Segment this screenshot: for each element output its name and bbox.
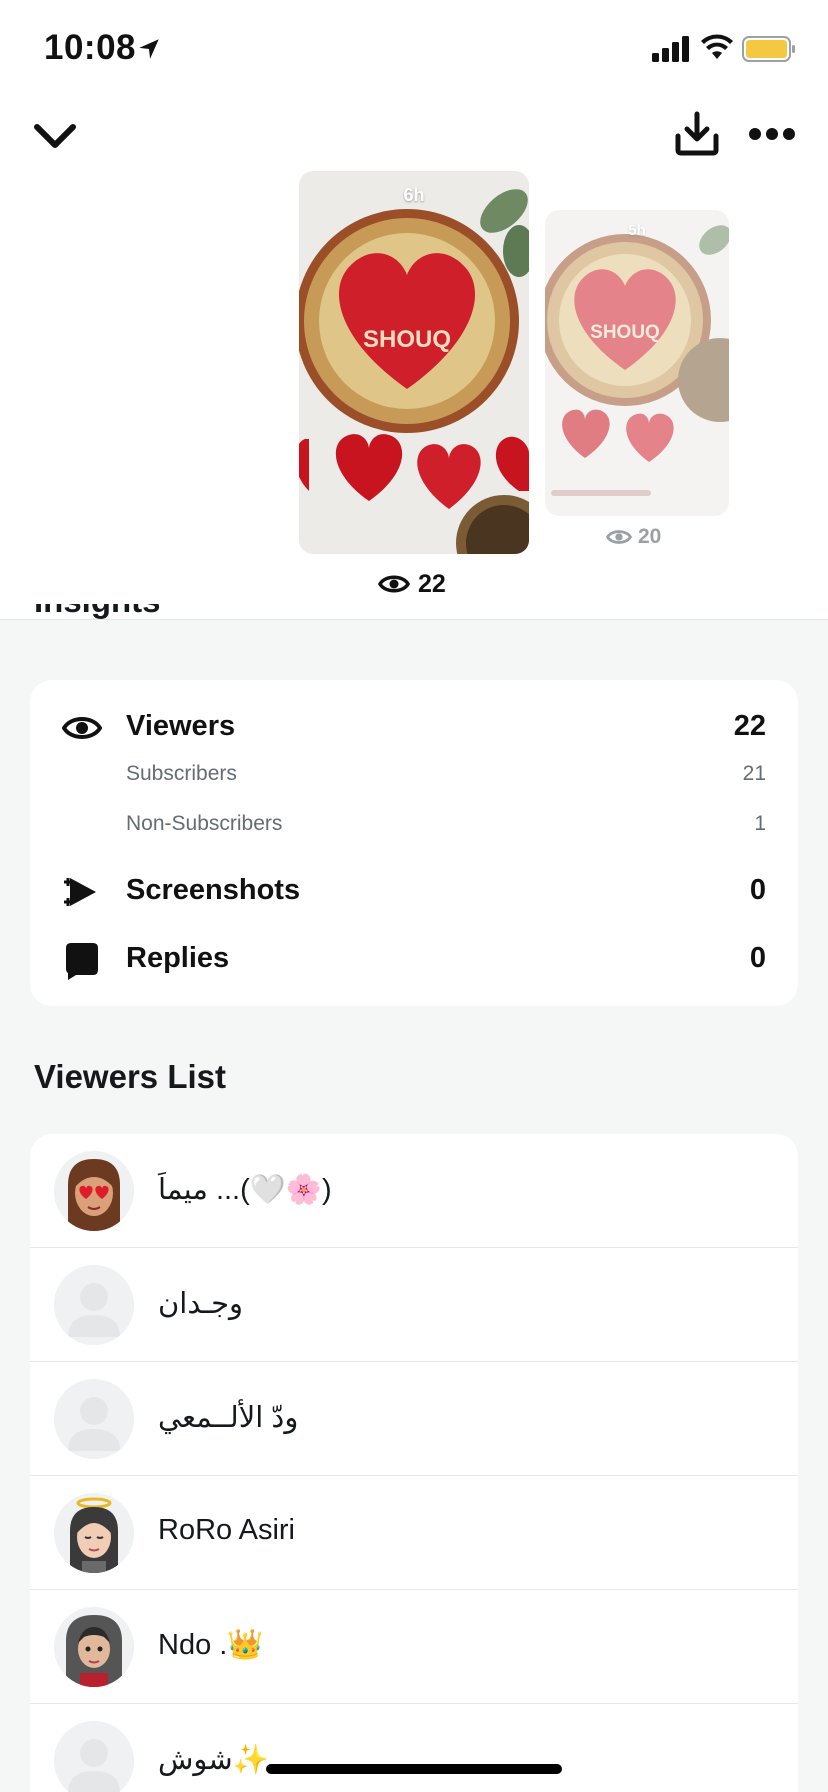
eye-icon: [606, 530, 632, 544]
viewer-name: Ndo .👑: [158, 1629, 264, 1661]
viewer-name: (🌸🤍)... ميماَ: [158, 1174, 332, 1206]
story-image-heart-cake: SHOUQ: [299, 171, 529, 554]
viewers-row[interactable]: Viewers 22: [30, 706, 798, 750]
more-options-icon[interactable]: [748, 120, 796, 148]
viewer-row[interactable]: ✨شوش: [30, 1704, 798, 1792]
subscribers-label: Subscribers: [126, 762, 237, 785]
avatar: [54, 1493, 134, 1573]
viewers-label: Viewers: [126, 710, 236, 742]
person-placeholder-icon: [54, 1721, 134, 1792]
non-subscribers-label: Non-Subscribers: [126, 812, 283, 835]
subscribers-row: Subscribers 21: [30, 762, 798, 792]
story-age-label: 5h: [628, 222, 646, 239]
cellular-signal-icon: [652, 36, 689, 62]
viewer-row[interactable]: Ndo .👑: [30, 1590, 798, 1704]
avatar: [54, 1265, 134, 1345]
avatar: [54, 1379, 134, 1459]
viewer-name: ✨شوش: [158, 1744, 269, 1776]
avatar: [54, 1151, 134, 1231]
viewers-count: 22: [733, 710, 766, 742]
story-age-label: 6h: [403, 185, 425, 205]
person-placeholder-icon: [54, 1265, 134, 1345]
story-view-count: 22: [378, 568, 446, 600]
person-placeholder-icon: [54, 1379, 134, 1459]
chevron-down-icon[interactable]: [32, 118, 78, 154]
viewer-row[interactable]: وجـدان: [30, 1248, 798, 1362]
viewers-list-heading: Viewers List: [34, 1058, 226, 1095]
eye-icon: [378, 575, 410, 593]
insights-heading: Insights: [34, 604, 161, 632]
home-indicator: [266, 1764, 562, 1774]
story-thumbnail-current[interactable]: SHOUQ 6h: [299, 171, 529, 554]
replies-row[interactable]: Replies 0: [30, 938, 798, 982]
eye-icon: [62, 717, 102, 739]
screenshots-row[interactable]: Screenshots 0: [30, 870, 798, 914]
bitmoji-hoodie-icon: [54, 1607, 134, 1687]
download-icon[interactable]: [674, 110, 720, 156]
viewer-name: ودّ الألــمعي: [158, 1402, 299, 1434]
location-arrow-icon: [139, 39, 159, 59]
replies-count: 0: [749, 942, 766, 974]
subscribers-count: 21: [742, 762, 766, 785]
viewers-list: (🌸🤍)... ميماَ وجـدان ودّ الألــمعي RoRo …: [30, 1134, 798, 1792]
status-time: 10:08: [44, 28, 137, 67]
viewer-row[interactable]: RoRo Asiri: [30, 1476, 798, 1590]
battery-icon: [742, 36, 795, 62]
view-count-value: 20: [638, 525, 662, 548]
chat-bubble-icon: [66, 943, 98, 980]
non-subscribers-count: 1: [754, 812, 766, 835]
status-bar: 10:08: [0, 0, 828, 100]
story-header-area: 10:08 SHOUQ 6h SHOUQ 5h 22 20: [0, 0, 828, 620]
bitmoji-halo-icon: [54, 1493, 134, 1573]
non-subscribers-row: Non-Subscribers 1: [30, 812, 798, 842]
story-image-heart-cake: SHOUQ: [545, 210, 729, 516]
screenshots-label: Screenshots: [126, 874, 301, 906]
viewer-row[interactable]: ودّ الألــمعي: [30, 1362, 798, 1476]
story-view-count: 20: [606, 522, 661, 552]
viewer-row[interactable]: (🌸🤍)... ميماَ: [30, 1134, 798, 1248]
story-insights-screen: 10:08 SHOUQ 6h SHOUQ 5h 22 20 Viewers 22…: [0, 0, 828, 1792]
cake-brand-text: SHOUQ: [363, 326, 451, 353]
wifi-icon: [701, 34, 733, 59]
story-thumbnail-previous[interactable]: SHOUQ 5h: [545, 210, 729, 516]
replies-label: Replies: [126, 942, 230, 974]
viewer-name: وجـدان: [158, 1288, 244, 1320]
screenshots-count: 0: [749, 874, 766, 906]
view-count-value: 22: [418, 569, 446, 598]
avatar: [54, 1721, 134, 1792]
bitmoji-heart-eyes-icon: [54, 1151, 134, 1231]
screenshot-icon: [64, 878, 96, 906]
avatar: [54, 1607, 134, 1687]
viewer-name: RoRo Asiri: [158, 1514, 295, 1546]
story-toolbar: [0, 100, 828, 170]
cake-brand-text: SHOUQ: [590, 322, 660, 343]
insights-card: Viewers 22 Subscribers 21 Non-Subscriber…: [30, 680, 798, 1006]
